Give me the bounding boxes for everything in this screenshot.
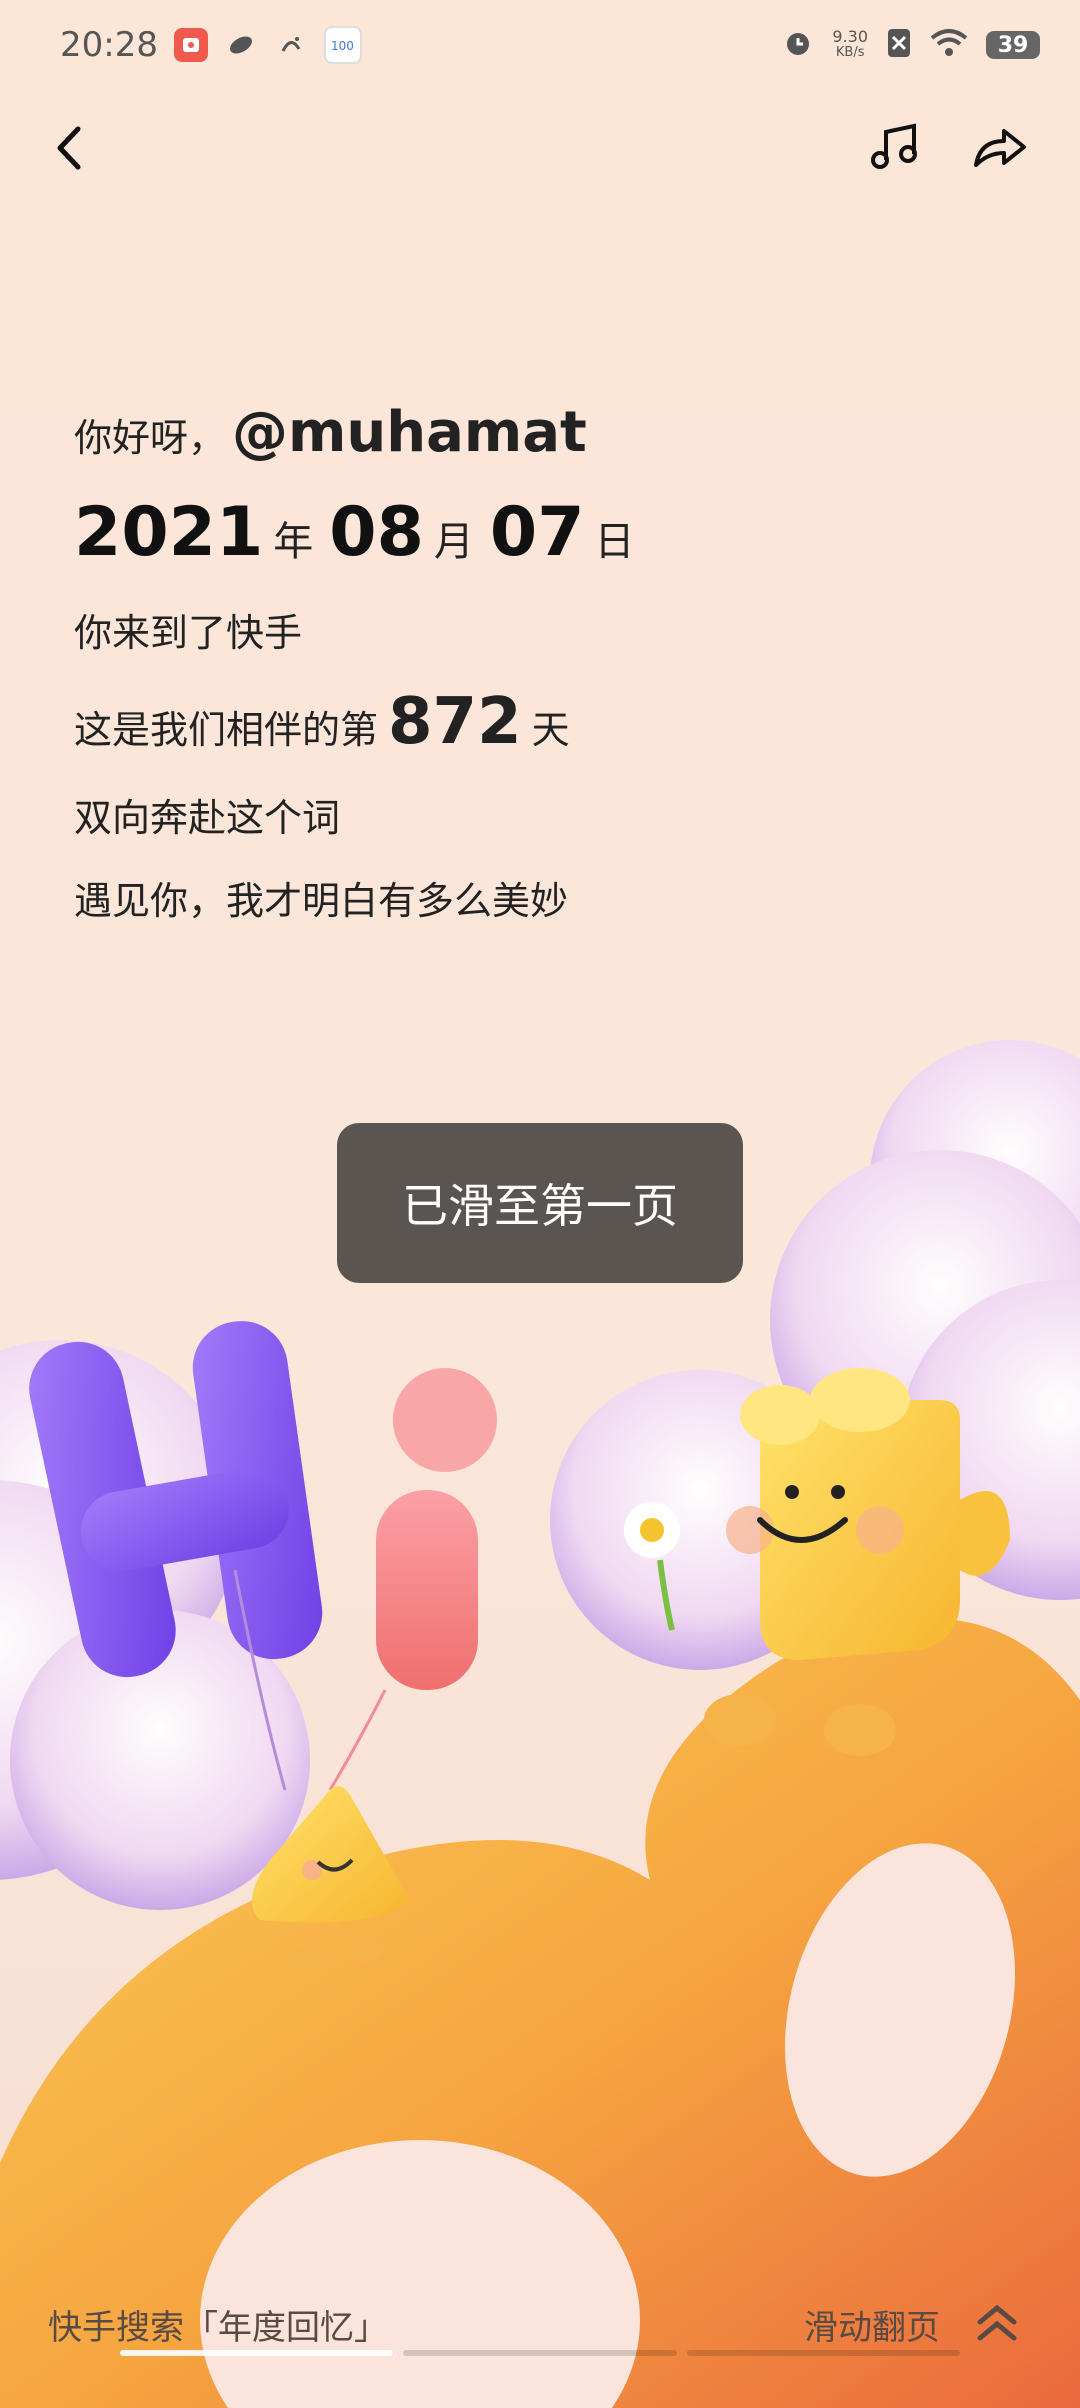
music-button[interactable] — [856, 110, 936, 190]
top-nav — [0, 100, 1080, 200]
swirl-app-icon — [224, 28, 258, 62]
days-count: 872 — [388, 685, 522, 759]
month-unit: 月 — [433, 519, 474, 565]
day-unit: 日 — [594, 519, 635, 565]
script-app-icon — [274, 28, 308, 62]
companion-days-line: 这是我们相伴的第 872 天 — [74, 685, 974, 759]
battery-indicator: 39 — [986, 31, 1040, 59]
alarm-icon — [782, 27, 814, 63]
join-year: 2021 — [74, 493, 264, 572]
annual-memory-text: 你好呀， @muhamat 2021 年 08 月 07 日 你来到了快手 这是… — [74, 400, 974, 953]
year-unit: 年 — [273, 519, 314, 565]
join-day: 07 — [489, 493, 585, 572]
no-sim-icon — [886, 27, 912, 63]
search-hint[interactable]: 快手搜索「年度回忆」 — [48, 2300, 388, 2349]
bottom-bar: 快手搜索「年度回忆」 滑动翻页 — [0, 2278, 1080, 2368]
toast-first-page: 已滑至第一页 — [337, 1123, 743, 1283]
progress-segment — [120, 2350, 394, 2356]
network-speed: 9.30 KB/s — [832, 27, 868, 61]
username: @muhamat — [232, 400, 587, 465]
share-icon — [970, 123, 1030, 177]
svg-text:100: 100 — [331, 39, 354, 53]
mutual-line: 双向奔赴这个词 — [74, 796, 341, 840]
i-balloon — [376, 1368, 497, 1690]
came-to-line: 你来到了快手 — [74, 611, 303, 655]
kuaishou-app-icon — [173, 28, 208, 62]
meet-line: 遇见你，我才明白有多么美妙 — [74, 879, 569, 923]
days-unit: 天 — [531, 708, 570, 752]
greeting-line: 你好呀， @muhamat — [74, 400, 974, 465]
music-icon — [868, 120, 924, 180]
share-button[interactable] — [960, 110, 1040, 190]
progress-segment — [686, 2350, 960, 2356]
status-bar: 20:28 100 9.30 KB/s 39 — [0, 0, 1080, 90]
swipe-hint: 滑动翻页 — [804, 2308, 940, 2348]
greeting-hello: 你好呀， — [74, 416, 227, 460]
wifi-icon — [930, 28, 968, 62]
progress-segment — [403, 2350, 677, 2356]
hundred-app-icon: 100 — [323, 26, 362, 64]
companion-prefix: 这是我们相伴的第 — [74, 708, 379, 752]
page-progress — [120, 2350, 960, 2358]
join-month: 08 — [329, 493, 424, 572]
back-button[interactable] — [30, 110, 110, 190]
double-chevron-up-icon — [962, 2288, 1032, 2358]
chevron-left-icon — [50, 121, 90, 179]
status-time: 20:28 — [60, 25, 158, 65]
join-date: 2021 年 08 月 07 日 — [74, 493, 974, 572]
